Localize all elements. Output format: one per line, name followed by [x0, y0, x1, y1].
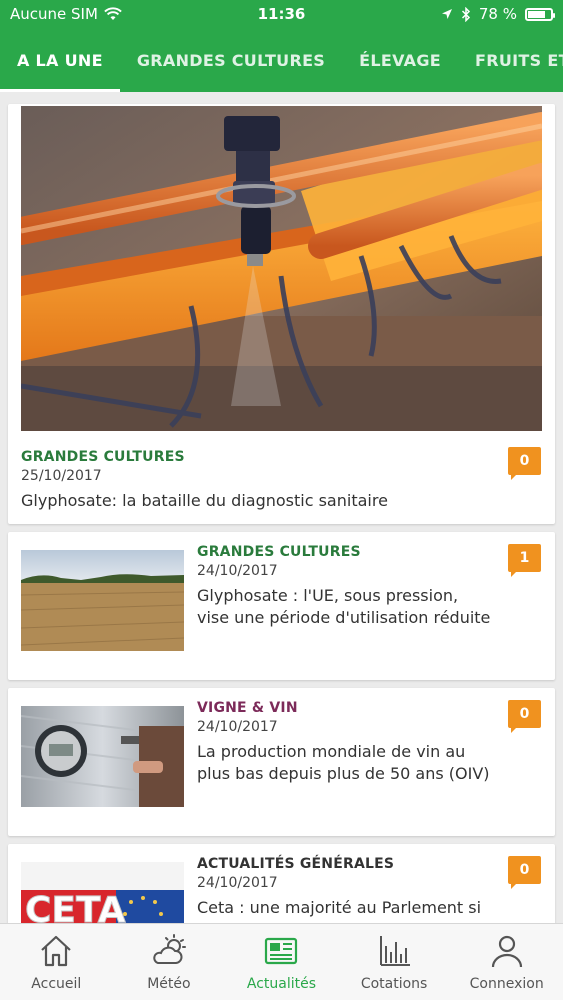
article-card[interactable]: GRANDES CULTURES 24/10/2017 Glyphosate :… — [8, 532, 555, 680]
tabbar-label: Connexion — [469, 976, 544, 992]
article-meta: ACTUALITÉS GÉNÉRALES 24/10/2017 Ceta : u… — [197, 856, 495, 923]
tab-grandes-cultures[interactable]: GRANDES CULTURES — [120, 30, 342, 92]
chart-icon — [380, 936, 411, 966]
article-category: ACTUALITÉS GÉNÉRALES — [197, 856, 395, 872]
thumbnail-logo-text: CETA — [25, 890, 126, 923]
location-arrow-icon — [441, 9, 452, 19]
tabbar-item-actualites[interactable]: Actualités — [225, 924, 338, 1000]
tabbar-item-meteo[interactable]: Météo — [113, 924, 226, 1000]
comment-count-badge[interactable]: 1 — [508, 544, 541, 577]
article-title[interactable]: Glyphosate: la bataille du diagnostic sa… — [21, 490, 388, 512]
featured-article-meta: GRANDES CULTURES 25/10/2017 Glyphosate: … — [21, 449, 388, 512]
tabbar-item-cotations[interactable]: Cotations — [338, 924, 451, 1000]
article-meta: GRANDES CULTURES 24/10/2017 Glyphosate :… — [197, 544, 495, 629]
article-category: GRANDES CULTURES — [197, 544, 361, 560]
comment-count-badge[interactable]: 0 — [508, 700, 541, 733]
tabbar-label: Actualités — [246, 976, 317, 992]
battery-percent: 78 % — [478, 5, 517, 23]
bottom-tab-bar: Accueil Météo Actualités Cotations Conne… — [0, 923, 563, 1000]
tabbar-item-accueil[interactable]: Accueil — [0, 924, 113, 1000]
featured-article-card[interactable]: GRANDES CULTURES 25/10/2017 Glyphosate: … — [8, 104, 555, 524]
article-title[interactable]: Ceta : une majorité au Parlement si "nou… — [197, 897, 495, 923]
battery-icon — [525, 7, 555, 21]
user-icon — [491, 935, 522, 968]
tabbar-label: Météo — [147, 976, 191, 992]
status-right: 78 % — [441, 5, 555, 23]
news-icon — [265, 937, 298, 965]
app-root: Aucune SIM 11:36 78 % A LA UNE GRANDES C… — [0, 0, 563, 1000]
news-feed[interactable]: GRANDES CULTURES 25/10/2017 Glyphosate: … — [0, 92, 563, 923]
weather-icon — [153, 934, 186, 964]
article-title[interactable]: Glyphosate : l'UE, sous pression, vise u… — [197, 585, 495, 629]
tabbar-label: Accueil — [31, 976, 82, 992]
comment-count-badge[interactable]: 0 — [508, 447, 541, 480]
app-header: Aucune SIM 11:36 78 % A LA UNE GRANDES C… — [0, 0, 563, 92]
article-thumbnail: CETA — [21, 862, 184, 923]
home-icon — [41, 935, 72, 967]
article-date: 24/10/2017 — [197, 719, 278, 735]
article-card[interactable]: VIGNE & VIN 24/10/2017 La production mon… — [8, 688, 555, 836]
bluetooth-icon — [461, 6, 470, 22]
tab-elevage[interactable]: ÉLEVAGE — [342, 30, 458, 92]
comment-count-badge[interactable]: 0 — [508, 856, 541, 889]
article-date: 24/10/2017 — [197, 875, 278, 891]
article-thumbnail — [21, 706, 184, 807]
battery-level — [528, 10, 545, 18]
category-tabs: A LA UNE GRANDES CULTURES ÉLEVAGE FRUITS… — [0, 30, 563, 92]
article-card[interactable]: CETA ACTUALITÉS GÉNÉRALES 24/10/2017 Cet… — [8, 844, 555, 923]
tab-a-la-une[interactable]: A LA UNE — [0, 30, 120, 92]
article-date: 24/10/2017 — [197, 563, 278, 579]
featured-article-image — [21, 106, 542, 431]
tab-fruits-et-legumes[interactable]: FRUITS ET LÉGU — [458, 30, 563, 92]
article-category: VIGNE & VIN — [197, 700, 298, 716]
status-bar: Aucune SIM 11:36 78 % — [0, 0, 563, 30]
article-date: 25/10/2017 — [21, 468, 102, 484]
article-meta: VIGNE & VIN 24/10/2017 La production mon… — [197, 700, 495, 785]
tabbar-label: Cotations — [360, 976, 428, 992]
article-title[interactable]: La production mondiale de vin au plus ba… — [197, 741, 495, 785]
tabbar-item-connexion[interactable]: Connexion — [450, 924, 563, 1000]
article-category: GRANDES CULTURES — [21, 449, 185, 465]
article-thumbnail — [21, 550, 184, 651]
